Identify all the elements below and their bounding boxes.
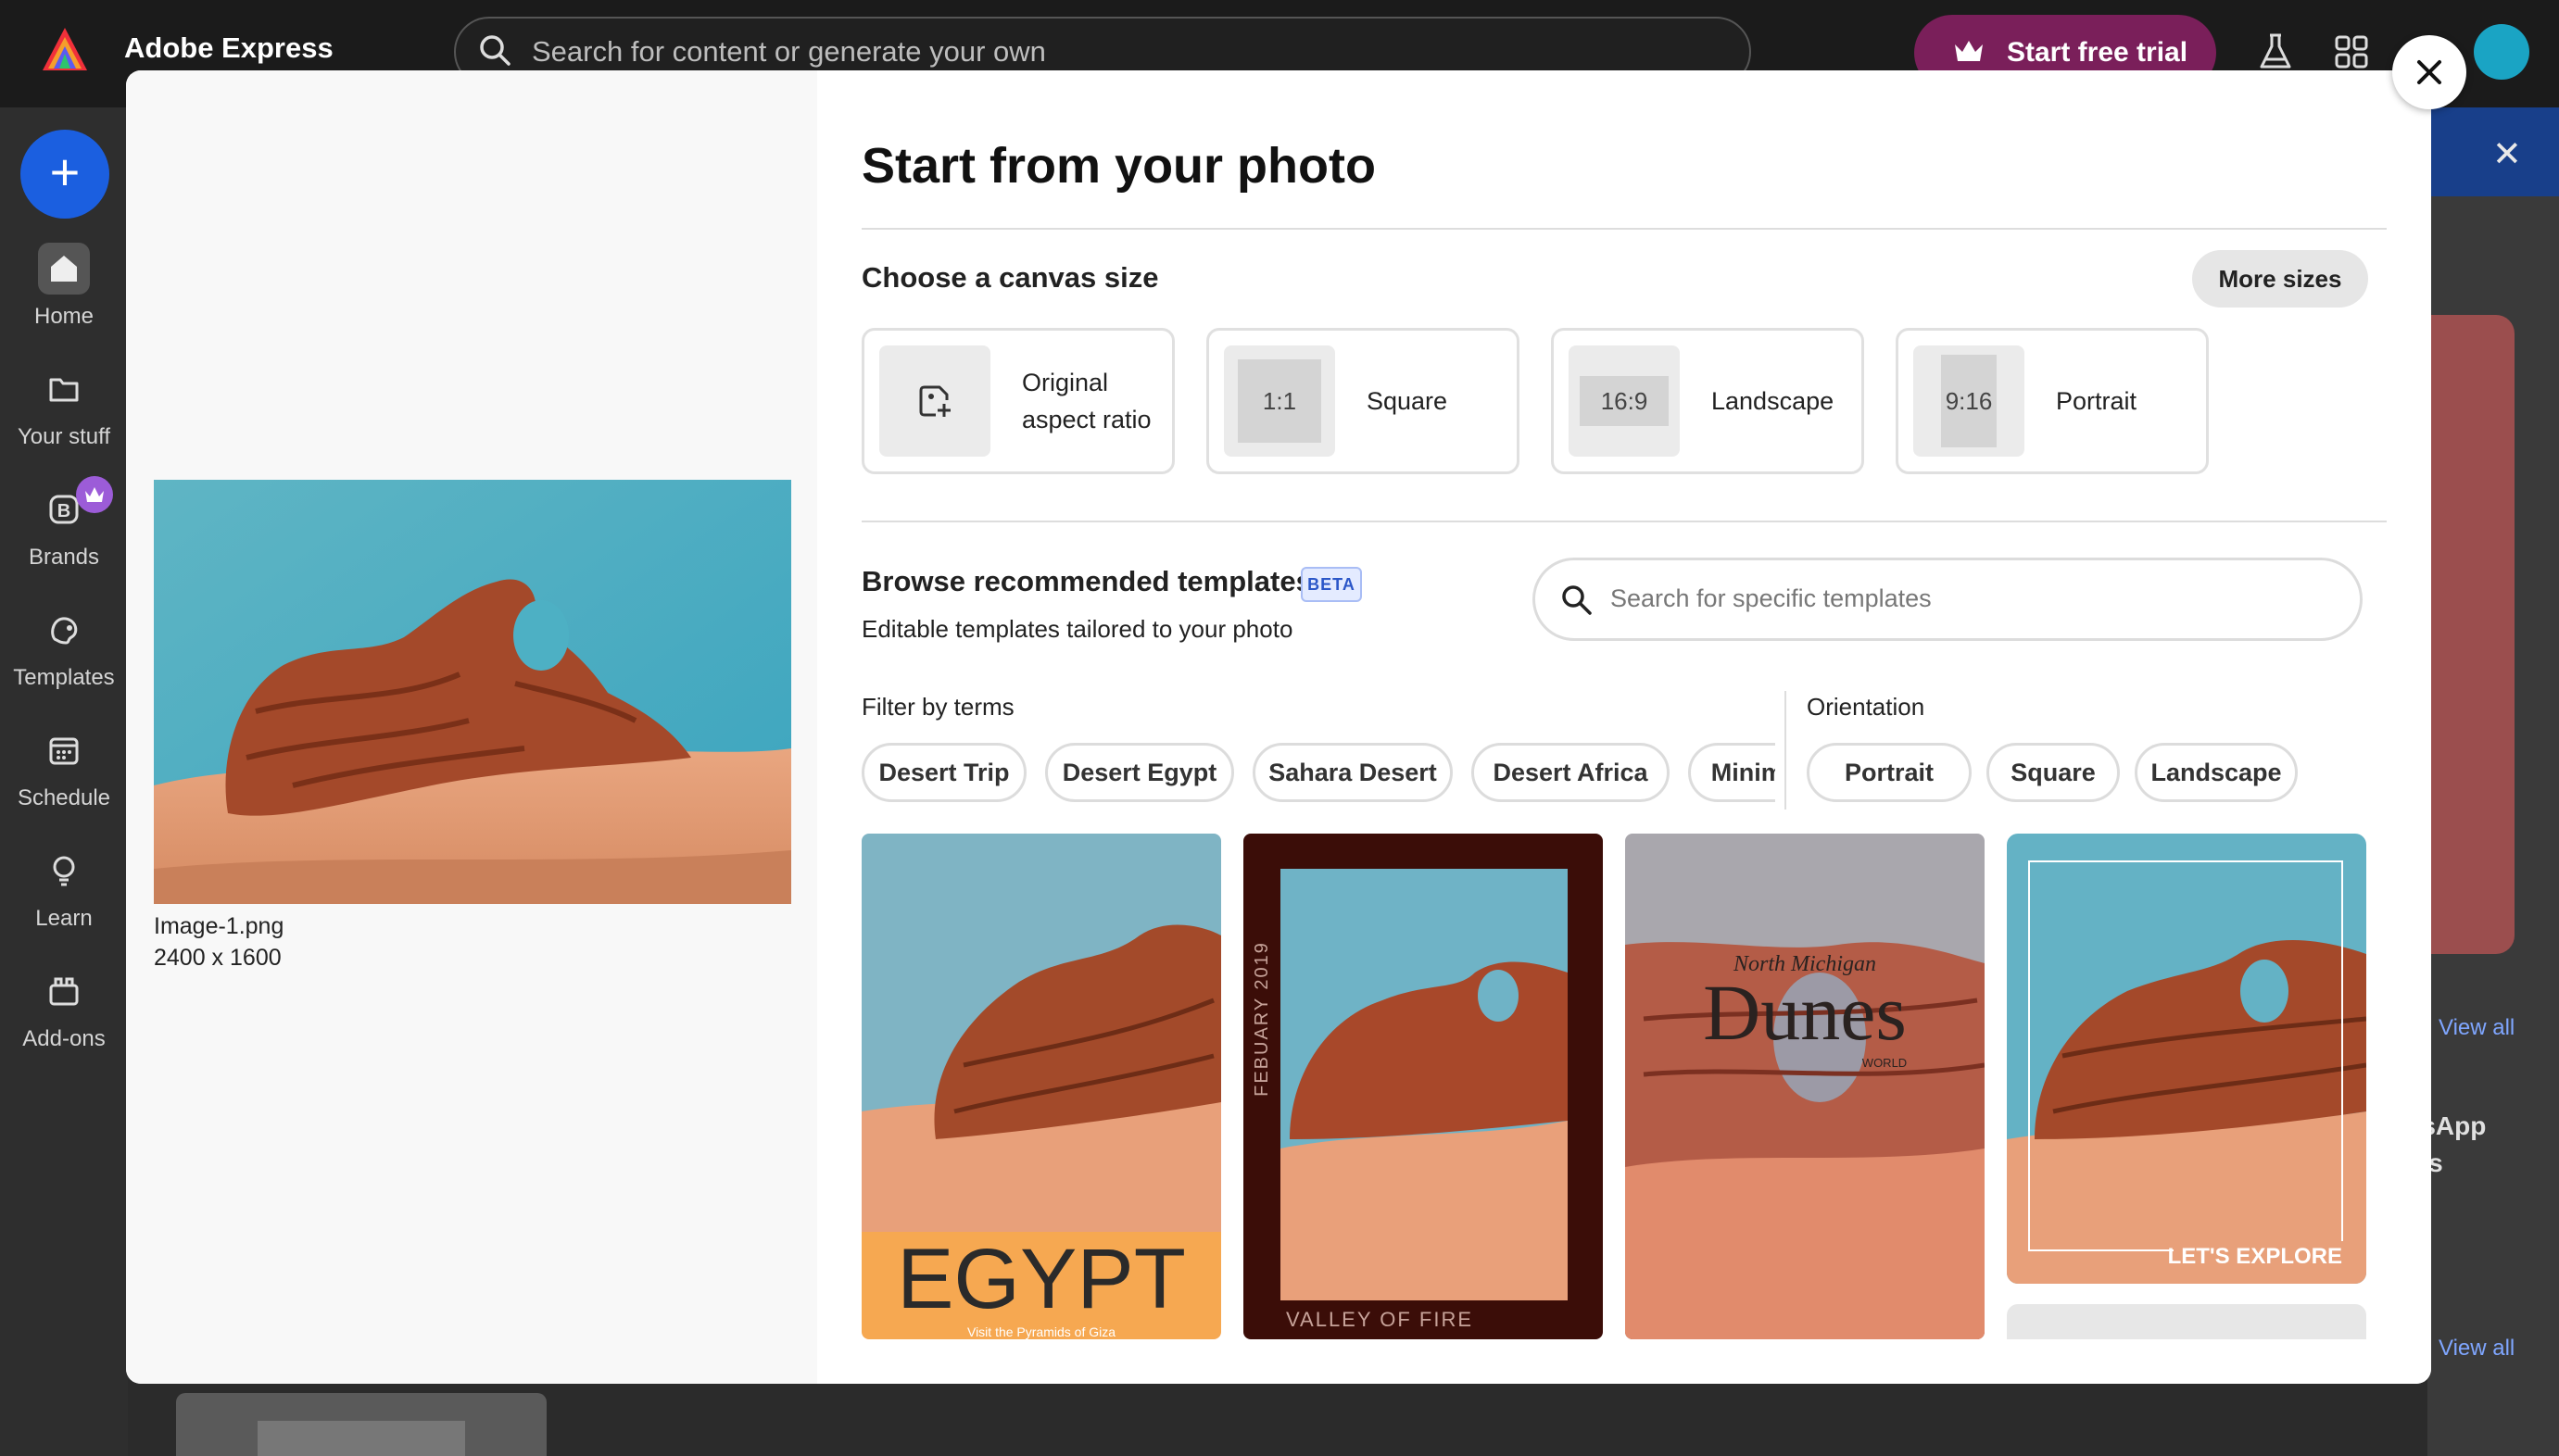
sidebar-item-label: Home [33,304,95,329]
close-dialog-button[interactable] [2392,35,2466,109]
filter-terms-row: Desert Trip Desert Egypt Sahara Desert D… [862,739,1775,806]
browse-templates-heading: Browse recommended templates [862,565,1312,597]
photo-dimensions: 2400 x 1600 [154,945,282,971]
banner-close-icon[interactable]: ✕ [2492,133,2522,175]
orientation-chip-landscape[interactable]: Landscape [2135,743,2298,802]
square-ratio-thumb: 1:1 [1224,345,1335,457]
canvas-option-label: Landscape [1711,387,1834,415]
divider [862,521,2387,522]
portrait-ratio-thumb: 9:16 [1913,345,2024,457]
crown-icon [1955,41,1983,61]
sidebar-item-add-ons[interactable]: Add-ons [0,965,128,1052]
view-all-link[interactable]: View all [2439,1336,2515,1362]
filter-chip-desert-africa[interactable]: Desert Africa [1471,743,1670,802]
app-title: Adobe Express [124,31,334,64]
canvas-option-label-line: aspect ratio [1022,406,1152,433]
sidebar-item-label: Your stuff [17,424,111,449]
sidebar-item-label: Brands [28,545,100,570]
orientation-chip-square[interactable]: Square [1986,743,2120,802]
filter-by-terms-heading: Filter by terms [862,693,1015,721]
sidebar-item-label: Templates [13,665,115,690]
sidebar-item-your-stuff[interactable]: Your stuff [0,363,128,450]
template-subtitle: WORLD [1862,1056,1907,1070]
dialog-bottom-padding [817,1339,2431,1384]
templates-icon [38,604,90,656]
template-caption: VALLEY OF FIRE [1286,1308,1473,1331]
adobe-express-logo[interactable] [41,26,89,74]
template-title: Dunes [1703,968,1907,1057]
home-icon [38,243,90,295]
divider [862,228,2387,230]
premium-crown-badge [76,476,113,513]
template-search-placeholder: Search for specific templates [1610,584,1932,612]
sidebar-item-templates[interactable]: Templates [0,604,128,691]
folder-icon [38,363,90,415]
template-title: EGYPT [897,1232,1186,1326]
sidebar-item-learn[interactable]: Learn [0,845,128,932]
filter-chip-minimal[interactable]: Minimal [1688,743,1775,802]
template-card-valley-of-fire[interactable]: FEBUARY 2019 VALLEY OF FIRE [1243,834,1603,1339]
more-sizes-button[interactable]: More sizes [2192,250,2368,308]
global-search-placeholder: Search for content or generate your own [532,35,1046,68]
calendar-icon [38,724,90,776]
filter-divider [1784,691,1786,810]
photo-filename: Image-1.png [154,913,284,939]
original-ratio-thumb [879,345,990,457]
canvas-option-label: Portrait [2056,387,2137,415]
template-subtitle: Visit the Pyramids of Giza [967,1324,1116,1339]
svg-text:B: B [57,501,70,521]
template-vertical-text: FEBUARY 2019 [1252,941,1272,1097]
canvas-option-portrait[interactable]: 9:16 Portrait [1896,328,2209,474]
background-thumbnail-inner [258,1421,465,1456]
search-icon [480,35,511,66]
ratio-badge: 9:16 [1941,355,1997,447]
lightbulb-icon [38,845,90,897]
close-icon [2417,60,2441,84]
canvas-option-original[interactable]: Original aspect ratio [862,328,1175,474]
template-caption: LET'S EXPLORE [2168,1244,2342,1269]
uploaded-photo [154,480,791,904]
orientation-heading: Orientation [1807,693,1925,721]
landscape-ratio-thumb: 16:9 [1569,345,1680,457]
labs-flask-icon[interactable] [2257,31,2294,72]
dialog-title: Start from your photo [862,138,1376,194]
view-all-link[interactable]: View all [2439,1015,2515,1041]
browse-templates-subtitle: Editable templates tailored to your phot… [862,615,1293,643]
photo-preview-pane: Image-1.png 2400 x 1600 [126,70,817,1384]
ratio-badge: 1:1 [1238,359,1321,443]
resize-image-icon [919,385,951,417]
sidebar-item-label: Learn [35,906,93,931]
filter-chip-sahara-desert[interactable]: Sahara Desert [1253,743,1453,802]
ratio-badge: 16:9 [1580,376,1669,426]
canvas-option-label: Square [1367,387,1448,415]
canvas-size-heading: Choose a canvas size [862,261,1159,294]
template-card-dunes[interactable]: North Michigan Dunes WORLD [1625,834,1985,1339]
beta-badge: BETA [1301,567,1362,602]
user-avatar[interactable] [2474,24,2529,80]
create-new-button[interactable]: + [20,130,109,219]
canvas-option-label: Original aspect ratio [1022,331,1152,471]
sidebar-item-home[interactable]: Home [0,243,128,330]
filter-chip-desert-trip[interactable]: Desert Trip [862,743,1027,802]
addons-icon [38,965,90,1017]
sidebar-item-label: Add-ons [22,1026,106,1051]
sidebar-item-label: Schedule [17,785,111,810]
sidebar-item-schedule[interactable]: Schedule [0,724,128,811]
filter-chip-desert-egypt[interactable]: Desert Egypt [1045,743,1234,802]
start-from-photo-dialog: Image-1.png 2400 x 1600 Start from your … [126,70,2431,1384]
orientation-chip-portrait[interactable]: Portrait [1807,743,1972,802]
canvas-option-square[interactable]: 1:1 Square [1206,328,1519,474]
canvas-option-landscape[interactable]: 16:9 Landscape [1551,328,1864,474]
apps-grid-icon[interactable] [2335,35,2368,69]
canvas-option-label-line: Original [1022,369,1109,396]
template-card-egypt[interactable]: EGYPT Visit the Pyramids of Giza [862,834,1221,1339]
template-card-lets-explore[interactable]: LET'S EXPLORE [2007,834,2366,1284]
search-icon [1562,585,1592,615]
start-free-trial-label: Start free trial [2007,37,2188,68]
